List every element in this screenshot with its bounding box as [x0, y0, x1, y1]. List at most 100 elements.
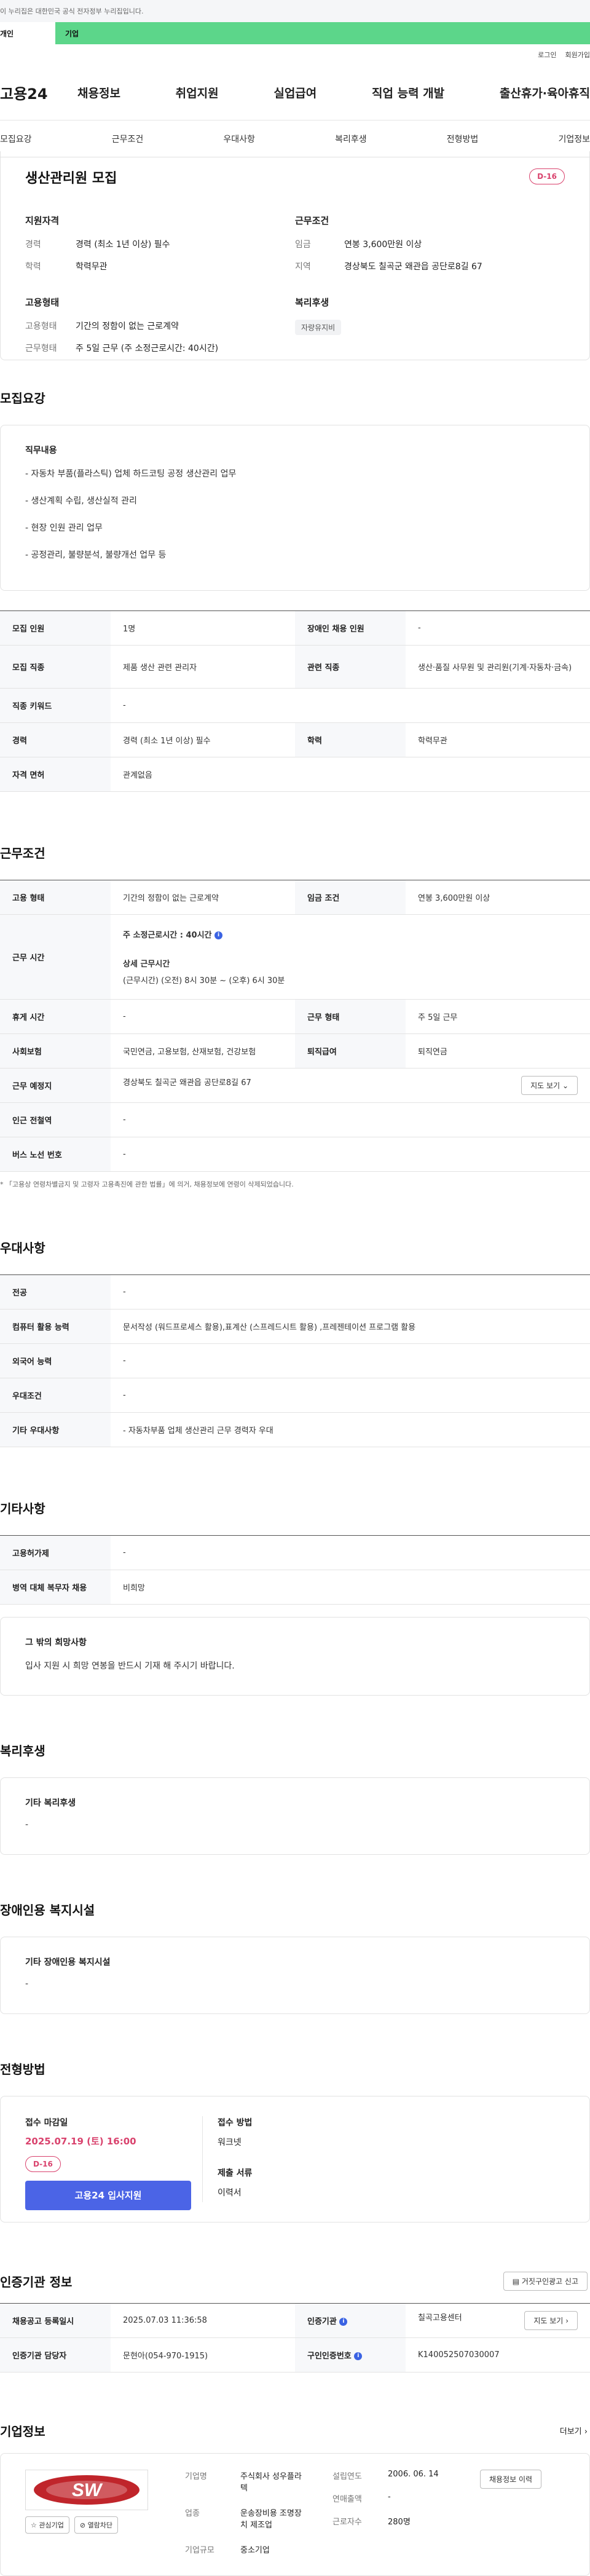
company-name: 주식회사 성우플라텍	[240, 2472, 302, 2493]
info-icon[interactable]: i	[214, 931, 223, 939]
subnav-recruit[interactable]: 모집요강	[0, 133, 32, 145]
table-header: 인증기관 담당자	[0, 2337, 111, 2373]
disability-title: 장애인용 복지시설	[0, 1903, 95, 1918]
emp-key: 고용형태	[25, 322, 57, 331]
weekly-hours: 주 소정근로시간 : 40시간	[123, 931, 212, 940]
table-cell: 비희망	[111, 1570, 590, 1605]
disability-box: 기타 장애인용 복지시설 -	[0, 1937, 590, 2014]
service-tabs: 개인 기업	[0, 22, 590, 44]
cert-map-button-label: 지도 보기	[533, 2317, 564, 2325]
method-heading: 접수 방법	[218, 2118, 253, 2128]
block-icon: ⊘	[79, 2521, 88, 2529]
more-link[interactable]: 더보기 ›	[560, 2425, 588, 2436]
more-link-label: 더보기	[559, 2427, 582, 2436]
block-button[interactable]: ⊘ 열람차단	[74, 2516, 119, 2534]
table-header: 경력	[0, 722, 111, 757]
favorite-button[interactable]: ☆ 관심기업	[25, 2516, 69, 2534]
history-button[interactable]: 채용정보 이력	[480, 2470, 542, 2489]
table-header: 장애인 채용 인원	[295, 610, 406, 646]
conditions-title: 근무조건	[0, 846, 45, 861]
detail-hours-label: 상세 근무시간	[123, 960, 170, 969]
docs-value: 이력서	[218, 2188, 242, 2198]
chevron-down-icon: ⌄	[562, 1081, 568, 1090]
map-button[interactable]: 지도 보기 ⌄	[521, 1076, 578, 1095]
company-size-label: 기업규모	[185, 2546, 214, 2555]
report-button[interactable]: ▤ 거짓구인광고 신고	[503, 2272, 588, 2291]
table-header: 학력	[295, 722, 406, 757]
subnav-preference[interactable]: 우대사항	[223, 133, 255, 145]
table-cell: 문서작성 (워드프로세스 활용),표계산 (스프레드시트 활용) ,프레젠테이션…	[111, 1309, 590, 1344]
table-cell: -	[111, 1274, 590, 1310]
welfare-chip: 자량유지비	[295, 320, 342, 335]
table-header: 자격 면허	[0, 757, 111, 792]
dday-badge: D-16	[529, 168, 565, 184]
table-cell: 퇴직연금	[406, 1033, 590, 1069]
employees: 280명	[388, 2518, 411, 2527]
favorite-button-label: 관심기업	[39, 2521, 64, 2529]
work-time-cell: 주 소정근로시간 : 40시간 i 상세 근무시간 (근무시간) (오전) 8시…	[111, 914, 590, 1000]
table-header: 인근 전철역	[0, 1102, 111, 1137]
table-cell: 경력 (최소 1년 이상) 필수	[111, 722, 295, 757]
table-cell: -	[111, 999, 295, 1034]
table-header: 임금 조건	[295, 880, 406, 915]
table-cell: 주 5일 근무	[406, 999, 590, 1034]
apply-button[interactable]: 고용24 입사지원	[25, 2181, 191, 2210]
table-header: 인증기관 i	[295, 2303, 406, 2338]
table-cell: -	[111, 1535, 590, 1570]
table-header: 버스 노선 번호	[0, 1137, 111, 1172]
location-text: 경상북도 칠곡군 왜관읍 공단로8길 67	[123, 1078, 251, 1088]
subnav-company[interactable]: 기업정보	[558, 133, 590, 145]
emp-heading: 고용형태	[25, 297, 60, 308]
table-cell: -	[111, 1343, 590, 1378]
map-button-label: 지도 보기	[530, 1081, 560, 1090]
work-key: 임금	[295, 240, 311, 250]
industry: 운송장비용 조명장치 제조업	[240, 2509, 302, 2530]
tab-personal[interactable]: 개인	[0, 22, 55, 44]
table-header: 구인인증번호 i	[295, 2337, 406, 2373]
site-logo[interactable]: 고용24	[0, 82, 77, 103]
gnb-leave[interactable]: 출산휴가·육아휴직	[500, 84, 590, 101]
login-link[interactable]: 로그인	[538, 50, 556, 60]
star-icon: ☆	[31, 2521, 39, 2529]
table-cell: 기간의 정함이 없는 근로계약	[111, 880, 295, 915]
disability-box-text: -	[25, 1979, 29, 1989]
table-header: 전공	[0, 1274, 111, 1310]
info-icon[interactable]: i	[354, 2352, 363, 2360]
preference-table: 전공 - 컴퓨터 활용 능력 문서작성 (워드프로세스 활용),표계산 (스프레드시…	[0, 1274, 590, 1447]
subnav-conditions[interactable]: 근무조건	[112, 133, 144, 145]
gnb-jobs[interactable]: 채용정보	[77, 84, 120, 101]
gnb-support[interactable]: 취업지원	[176, 84, 219, 101]
welfare-box: 기타 복리후생 -	[0, 1777, 590, 1855]
subnav-welfare[interactable]: 복리후생	[335, 133, 367, 145]
cert-map-button[interactable]: 지도 보기 ›	[524, 2311, 578, 2330]
table-cell: 문현아(054-970-1915)	[111, 2337, 295, 2373]
tab-company[interactable]: 기업	[55, 22, 590, 44]
qual-value: 경력 (최소 1년 이상) 필수	[76, 240, 170, 250]
table-header: 채용공고 등록일시	[0, 2303, 111, 2338]
conditions-table: 고용 형태 기간의 정함이 없는 근로계약 임금 조건 연봉 3,600만원 이…	[0, 880, 590, 1172]
signup-link[interactable]: 회원가입	[565, 50, 590, 60]
info-icon[interactable]: i	[339, 2318, 348, 2326]
table-header: 모집 인원	[0, 610, 111, 646]
process-box: 접수 마감일 2025.07.19 (토) 16:00 D-16 고용24 입사…	[0, 2096, 590, 2222]
age-note: * 「고용상 연령차별금지 및 고령자 고용촉진에 관한 법률」에 의거, 채용…	[0, 1180, 294, 1188]
gnb-training[interactable]: 직업 능력 개발	[372, 84, 444, 101]
docs-heading: 제출 서류	[218, 2168, 253, 2178]
work-value: 경상북도 칠곡군 왜관읍 공단로8길 67	[344, 262, 482, 272]
subnav-process[interactable]: 전형방법	[447, 133, 479, 145]
table-cell: -	[111, 1137, 590, 1172]
detail-hours: (근무시간) (오전) 8시 30분 ~ (오후) 6시 30분	[123, 976, 285, 986]
table-cell: 국민연금, 고용보험, 산재보험, 건강보험	[111, 1033, 295, 1069]
table-cell: -	[406, 610, 590, 646]
company-size: 중소기업	[240, 2546, 270, 2555]
table-cell: K140052507030007	[406, 2337, 590, 2373]
table-header: 근무 예정지	[0, 1068, 111, 1103]
company-name-label: 기업명	[185, 2472, 207, 2481]
table-cell: 생산·품질 사무원 및 관리원(기계·자동차·금속)	[406, 645, 590, 689]
duty-heading: 직무내용	[25, 446, 57, 456]
table-header: 병역 대체 복무자 채용	[0, 1570, 111, 1605]
disability-box-heading: 기타 장애인용 복지시설	[25, 1958, 111, 1967]
etc-title: 기타사항	[0, 1501, 45, 1516]
table-header: 컴퓨터 활용 능력	[0, 1309, 111, 1344]
gnb-benefit[interactable]: 실업급여	[273, 84, 317, 101]
